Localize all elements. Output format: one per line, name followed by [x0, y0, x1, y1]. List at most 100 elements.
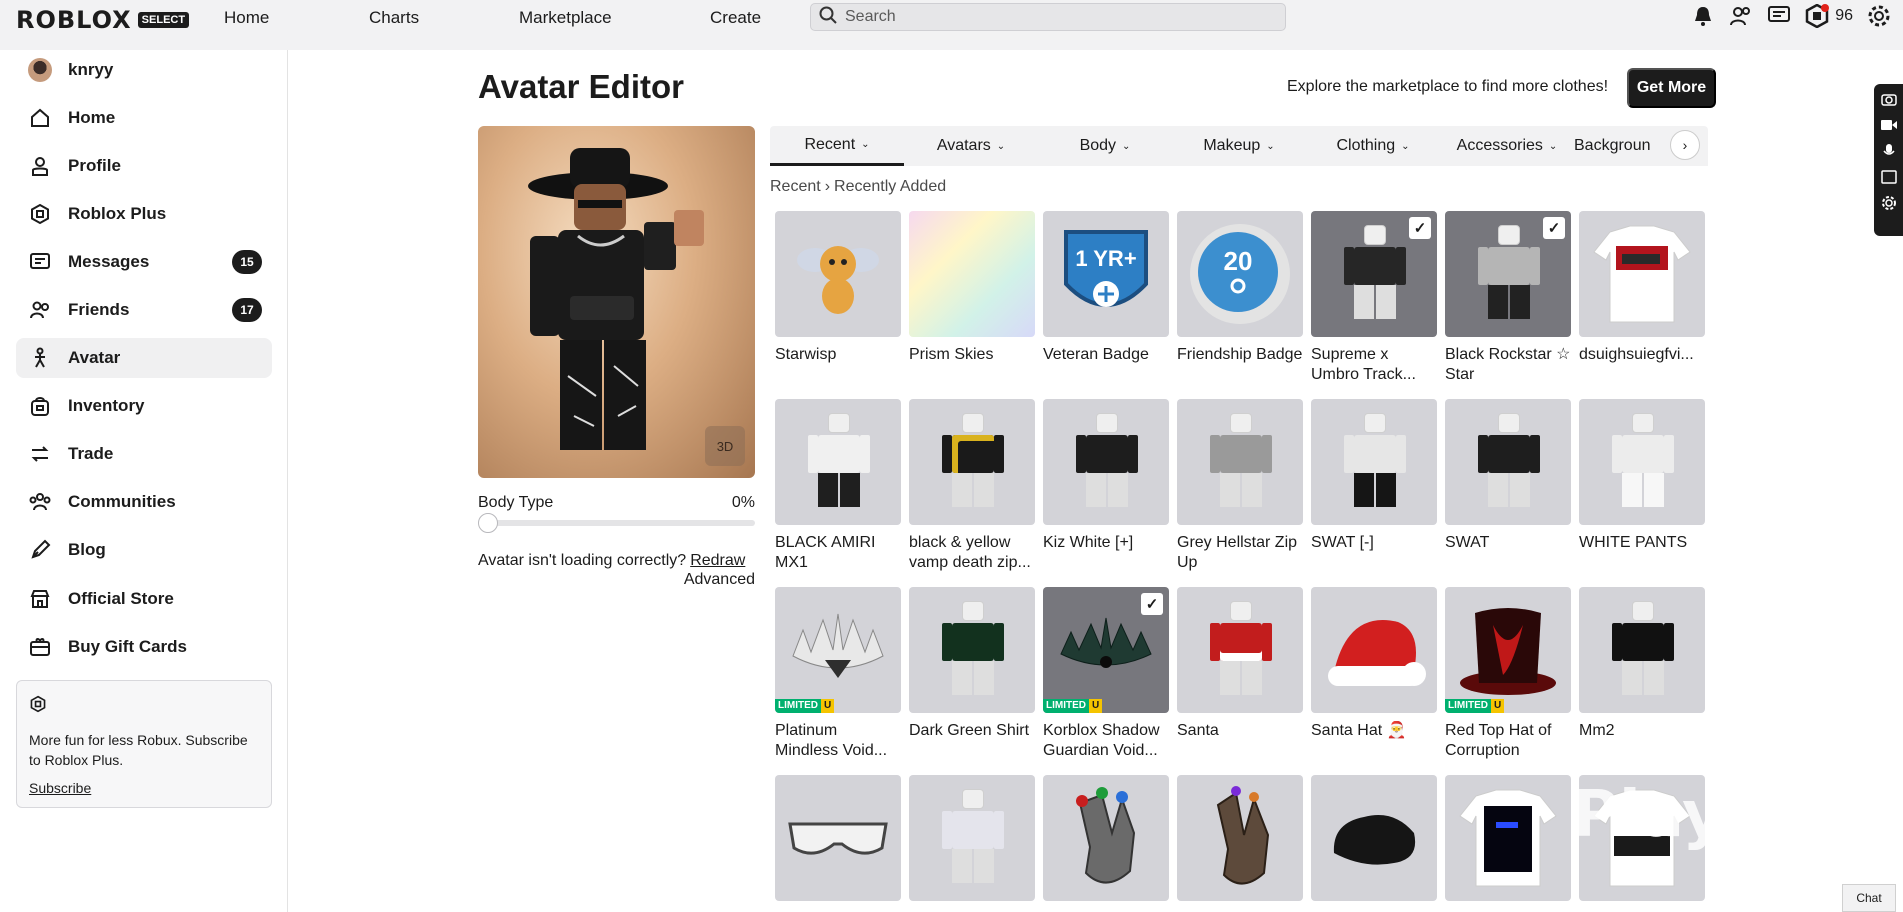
- tab-label: Accessories: [1456, 137, 1543, 154]
- item-name: Black Rockstar ☆ Star: [1445, 346, 1571, 383]
- item-card[interactable]: WHITE PANTS: [1579, 399, 1705, 553]
- nav-create[interactable]: Create: [710, 8, 761, 28]
- camera-icon[interactable]: [1879, 88, 1899, 110]
- item-card[interactable]: Prism Skies: [909, 211, 1035, 365]
- tab-recent[interactable]: Recent ⌄: [770, 126, 904, 166]
- item-name: SWAT: [1445, 534, 1490, 551]
- item-name: Santa: [1177, 722, 1219, 739]
- item-card[interactable]: [1445, 775, 1571, 901]
- item-card[interactable]: [909, 775, 1035, 901]
- sidebar-item-inventory[interactable]: Inventory: [16, 386, 272, 426]
- get-more-button[interactable]: Get More: [1627, 68, 1716, 108]
- sidebar-item-communities[interactable]: Communities: [16, 482, 272, 522]
- item-card[interactable]: BLACK AMIRI MX1 BANDANA...: [775, 399, 901, 573]
- subscribe-link[interactable]: Subscribe: [29, 780, 91, 796]
- notifications-bell-icon[interactable]: [1691, 4, 1715, 28]
- item-card[interactable]: LIMITED U Red Top Hat of Corruption: [1445, 587, 1571, 761]
- roblox-logo[interactable]: ROBLOX SELECT: [16, 6, 190, 34]
- sidebar-item-home[interactable]: Home: [16, 98, 272, 138]
- window-icon[interactable]: [1879, 166, 1899, 188]
- item-card[interactable]: 1 YR+ Veteran Badge: [1043, 211, 1169, 365]
- item-card[interactable]: [1311, 775, 1437, 901]
- limited-label: LIMITED: [1043, 699, 1089, 713]
- item-name: Starwisp: [775, 346, 837, 363]
- item-card[interactable]: SWAT [-]: [1311, 399, 1437, 553]
- item-card[interactable]: SWAT: [1445, 399, 1571, 553]
- settings-gear-icon[interactable]: [1867, 4, 1891, 28]
- sidebar-item-profile[interactable]: Profile: [16, 146, 272, 186]
- item-thumbnail: [909, 211, 1035, 337]
- tab-avatars[interactable]: Avatars ⌄: [904, 126, 1038, 166]
- item-card[interactable]: ✓ Supreme x Umbro Track...: [1311, 211, 1437, 385]
- sidebar-item-label: Friends: [68, 300, 130, 319]
- item-card[interactable]: Mm2: [1579, 587, 1705, 741]
- item-name: Platinum Mindless Void...: [775, 722, 888, 759]
- sidebar-item-roblox-plus[interactable]: Roblox Plus: [16, 194, 272, 234]
- sidebar-item-friends[interactable]: Friends 17: [16, 290, 272, 330]
- communities-icon: [28, 490, 52, 514]
- item-card[interactable]: Kiz White [+]: [1043, 399, 1169, 553]
- avatar-preview[interactable]: 3D: [478, 126, 755, 478]
- chat-icon[interactable]: [1767, 4, 1791, 28]
- nav-marketplace[interactable]: Marketplace: [519, 8, 612, 28]
- item-card[interactable]: black & yellow vamp death zip...: [909, 399, 1035, 573]
- chat-button[interactable]: Chat: [1842, 884, 1896, 912]
- nav-charts[interactable]: Charts: [369, 8, 419, 28]
- item-card[interactable]: [1177, 775, 1303, 901]
- item-card[interactable]: dsuighsuiegfvi...: [1579, 211, 1705, 365]
- sidebar-item-label: Communities: [68, 492, 176, 511]
- top-bar: ROBLOX SELECT Home Charts Marketplace Cr…: [0, 0, 1903, 50]
- item-card[interactable]: [775, 775, 901, 901]
- chevron-down-icon: ⌄: [996, 140, 1006, 152]
- item-card[interactable]: [1043, 775, 1169, 901]
- gift-card-icon: [28, 635, 52, 659]
- sidebar-item-official-store[interactable]: Official Store: [16, 579, 272, 619]
- item-card[interactable]: ✓ Black Rockstar ☆ Star: [1445, 211, 1571, 385]
- microphone-icon[interactable]: [1879, 140, 1899, 162]
- item-card[interactable]: Grey Hellstar Zip Up: [1177, 399, 1303, 573]
- item-card[interactable]: Santa Hat 🎅: [1311, 587, 1437, 741]
- body-type-slider-thumb[interactable]: [478, 513, 498, 533]
- tab-clothing[interactable]: Clothing ⌄: [1306, 126, 1440, 166]
- item-card[interactable]: Dark Green Shirt: [909, 587, 1035, 741]
- tab-makeup[interactable]: Makeup ⌄: [1172, 126, 1306, 166]
- item-name: Prism Skies: [909, 346, 994, 363]
- tab-accessories[interactable]: Accessories ⌄: [1440, 126, 1574, 166]
- video-icon[interactable]: [1879, 114, 1899, 136]
- sidebar-user[interactable]: knryy: [16, 50, 272, 90]
- item-thumbnail: [909, 399, 1035, 525]
- robux-icon[interactable]: [1805, 4, 1830, 28]
- advanced-link[interactable]: Advanced: [478, 571, 755, 589]
- item-card[interactable]: 20 Friendship Badge: [1177, 211, 1303, 365]
- friends-icon[interactable]: [1729, 4, 1753, 28]
- redraw-link[interactable]: Redraw: [690, 552, 745, 569]
- sidebar-item-avatar[interactable]: Avatar: [16, 338, 272, 378]
- item-thumbnail: [909, 587, 1035, 713]
- chevron-down-icon: ⌄: [861, 139, 870, 150]
- settings-gear-icon[interactable]: [1879, 192, 1899, 214]
- tab-backgrounds[interactable]: Backgroun: [1574, 126, 1674, 166]
- tabs-scroll-right-button[interactable]: ›: [1670, 130, 1700, 160]
- item-card[interactable]: LIMITED U Platinum Mindless Void...: [775, 587, 901, 761]
- item-card[interactable]: ✓ LIMITED U Korblox Shadow Guardian Void.…: [1043, 587, 1169, 761]
- roblox-plus-promo-card: More fun for less Robux. Subscribe to Ro…: [16, 680, 272, 808]
- nav-home[interactable]: Home: [224, 8, 269, 28]
- chevron-down-icon: ⌄: [1548, 140, 1558, 152]
- sidebar-item-buy-gift-cards[interactable]: Buy Gift Cards: [16, 627, 272, 667]
- breadcrumb-recent[interactable]: Recent: [770, 178, 821, 195]
- tab-body[interactable]: Body ⌄: [1038, 126, 1172, 166]
- item-card[interactable]: Santa: [1177, 587, 1303, 741]
- sidebar-item-blog[interactable]: Blog: [16, 530, 272, 570]
- blog-icon: [28, 538, 52, 562]
- category-tabs: Recent ⌄ Avatars ⌄ Body ⌄ Makeup ⌄ Clothing ⌄…: [770, 126, 1708, 166]
- checkmark-icon: ✓: [1141, 593, 1163, 615]
- sidebar-item-label: Trade: [68, 444, 114, 463]
- toggle-3d-button[interactable]: 3D: [705, 426, 745, 466]
- robux-balance[interactable]: 96: [1835, 7, 1853, 25]
- item-card[interactable]: Starwisp: [775, 211, 901, 365]
- sidebar-item-messages[interactable]: Messages 15: [16, 242, 272, 282]
- search-input[interactable]: Search: [810, 3, 1286, 31]
- body-type-slider-track[interactable]: [486, 520, 755, 526]
- sidebar-item-trade[interactable]: Trade: [16, 434, 272, 474]
- redraw-help-text: Avatar isn't loading correctly?: [478, 552, 687, 569]
